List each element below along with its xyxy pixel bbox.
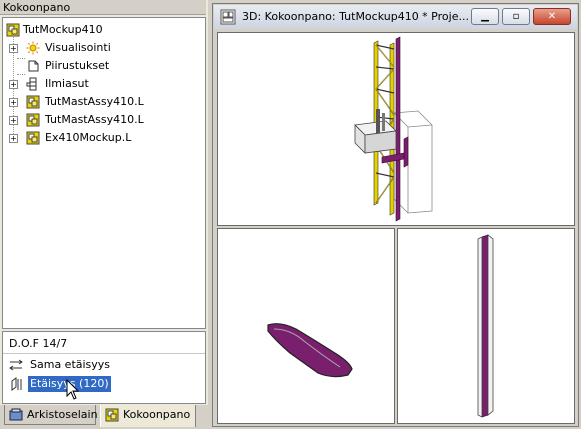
expand-icon[interactable]: + (9, 134, 18, 143)
assembly-icon (26, 131, 40, 145)
assembly-panel: Kokoonpano TutMockup410 + Visualisointi … (0, 0, 208, 429)
tree-item-label: TutMastAssy410.L (45, 113, 144, 126)
assembly-icon (105, 408, 119, 422)
tree-item-label: Ilmiasut (45, 77, 89, 90)
profile-section-view (267, 323, 353, 378)
expand-icon[interactable]: + (9, 98, 18, 107)
constraint-label: Sama etäisyys (30, 358, 111, 371)
minimize-button[interactable]: ▁ (471, 8, 499, 25)
expand-icon[interactable]: + (9, 44, 18, 53)
mast-front-view (477, 234, 494, 418)
dof-title: D.O.F 14/7 (9, 337, 68, 350)
restore-button[interactable]: ▫ (502, 8, 530, 25)
viewport-bottom-left[interactable] (217, 228, 395, 424)
tree-item-label: TutMastAssy410.L (45, 95, 144, 108)
viewport-isometric[interactable] (217, 32, 575, 226)
mouse-cursor-icon (66, 379, 80, 400)
tab-label: Arkistoselain (27, 408, 98, 421)
tree-item-label: Ex410Mockup.L (45, 131, 132, 144)
drawing-icon (28, 60, 39, 72)
tree-root-label: TutMockup410 (23, 23, 103, 36)
close-button[interactable]: ✕ (533, 8, 571, 25)
tree-item-label: Piirustukset (45, 59, 110, 72)
layout-icon (26, 77, 37, 91)
assembly-tree[interactable]: TutMockup410 + Visualisointi Piirustukse… (2, 17, 206, 329)
window-title: 3D: Kokoonpano: TutMockup410 * Proje... (242, 10, 469, 23)
distance-icon (11, 377, 22, 391)
expand-icon[interactable]: + (9, 116, 18, 125)
3d-view-icon (220, 9, 236, 25)
tab-arkistoselain[interactable]: Arkistoselain (4, 405, 98, 425)
sun-icon (26, 41, 40, 55)
equal-distance-icon (9, 359, 23, 371)
panel-header: Kokoonpano (0, 0, 206, 15)
viewport-bottom-right[interactable] (397, 228, 575, 424)
tree-connector (17, 58, 25, 59)
assembly-icon (6, 23, 20, 37)
tree-connector (17, 74, 25, 75)
3d-view-window: 3D: Kokoonpano: TutMockup410 * Proje... … (212, 3, 579, 427)
tree-item-label: Visualisointi (45, 41, 111, 54)
tab-label: Kokoonpano (123, 408, 191, 421)
assembly-icon (26, 113, 40, 127)
divider (3, 353, 205, 354)
constraints-panel: D.O.F 14/7 Sama etäisyys Etäisyys (120) (2, 331, 206, 404)
archive-icon (9, 408, 23, 421)
panel-tabs: Arkistoselain Kokoonpano (0, 405, 208, 429)
mast-assembly-3d-model (354, 36, 433, 222)
expand-icon[interactable]: + (9, 80, 18, 89)
tab-kokoonpano[interactable]: Kokoonpano (100, 405, 196, 427)
assembly-icon (26, 95, 40, 109)
